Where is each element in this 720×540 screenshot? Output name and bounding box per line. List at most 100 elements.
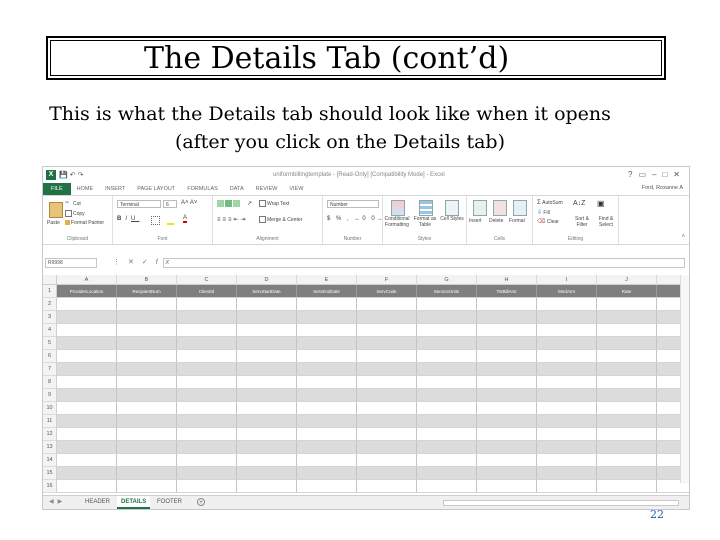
grid-cell[interactable] (357, 415, 417, 427)
grid-cell[interactable] (357, 363, 417, 375)
collapse-ribbon-icon[interactable]: ˄ (681, 234, 685, 240)
grid-cell[interactable] (357, 350, 417, 362)
font-style-buttons[interactable]: BIU (117, 216, 139, 222)
header-cell[interactable]: MedAmt (537, 285, 597, 297)
grid-cell[interactable] (237, 298, 297, 310)
binoculars-icon[interactable]: ▣ (597, 199, 605, 208)
row-header-16[interactable]: 16 (43, 480, 57, 493)
header-cell[interactable]: ServCode (357, 285, 417, 297)
grid-cell[interactable] (537, 337, 597, 349)
grid-cell[interactable] (597, 363, 657, 375)
grid-cell[interactable] (57, 402, 117, 414)
copy-button[interactable]: Copy (65, 210, 85, 217)
grid-cell[interactable] (57, 363, 117, 375)
grid-cell[interactable] (237, 428, 297, 440)
column-header-j[interactable]: J (597, 275, 657, 285)
grid-cell[interactable] (477, 376, 537, 388)
grid-cell[interactable] (177, 324, 237, 336)
header-cell[interactable]: ServStartDate (237, 285, 297, 297)
grid-cell[interactable] (117, 298, 177, 310)
header-cell[interactable]: ServEndDate (297, 285, 357, 297)
format-button[interactable]: Format (509, 218, 525, 224)
grid-cell[interactable] (537, 363, 597, 375)
grid-cell[interactable] (417, 428, 477, 440)
grid-cell[interactable] (297, 428, 357, 440)
grid-cell[interactable] (297, 311, 357, 323)
grid-cell[interactable] (357, 337, 417, 349)
tab-data[interactable]: DATA (224, 183, 250, 195)
header-cell[interactable]: RecipientNum (117, 285, 177, 297)
conditional-formatting-button[interactable]: Conditional Formatting (383, 216, 411, 228)
grid-cell[interactable] (237, 441, 297, 453)
row-header-15[interactable]: 15 (43, 467, 57, 480)
column-header-d[interactable]: D (237, 275, 297, 285)
grid-cell[interactable] (357, 454, 417, 466)
column-header-c[interactable]: C (177, 275, 237, 285)
grid-cell[interactable] (537, 467, 597, 479)
fill-color-button[interactable] (167, 216, 175, 225)
sheet-nav-arrows[interactable]: ◀▶ (49, 498, 66, 505)
grid-cell[interactable] (177, 467, 237, 479)
grid-cell[interactable] (57, 376, 117, 388)
find-select-button[interactable]: Find & Select (593, 216, 619, 228)
grid-cell[interactable] (357, 389, 417, 401)
grid-cell[interactable] (297, 389, 357, 401)
horizontal-scrollbar[interactable] (443, 500, 679, 506)
grid-cell[interactable] (57, 350, 117, 362)
grid-cell[interactable] (57, 298, 117, 310)
grid-cell[interactable] (597, 454, 657, 466)
grid-cell[interactable] (177, 415, 237, 427)
font-size-dropdown[interactable]: 6 (163, 200, 177, 208)
column-header-a[interactable]: A (57, 275, 117, 285)
grid-cell[interactable] (597, 467, 657, 479)
grid-cell[interactable] (57, 389, 117, 401)
grid-cell[interactable] (417, 363, 477, 375)
grid-cell[interactable] (297, 376, 357, 388)
grid-cell[interactable] (177, 311, 237, 323)
grid-cell[interactable] (177, 337, 237, 349)
formula-input[interactable] (163, 258, 685, 268)
grid-cell[interactable] (417, 402, 477, 414)
grid-cell[interactable] (357, 467, 417, 479)
grid-cell[interactable] (237, 350, 297, 362)
row-header-5[interactable]: 5 (43, 337, 57, 350)
grid-cell[interactable] (177, 402, 237, 414)
vertical-align-buttons[interactable] (217, 200, 241, 207)
row-header-7[interactable]: 7 (43, 363, 57, 376)
grid-cell[interactable] (237, 311, 297, 323)
excel-app-icon[interactable]: X (46, 170, 56, 180)
grid-cell[interactable] (417, 389, 477, 401)
grid-cell[interactable] (117, 467, 177, 479)
font-grow-shrink-buttons[interactable]: A˄ A˅ (181, 200, 197, 206)
column-header-i[interactable]: I (537, 275, 597, 285)
header-cell[interactable]: Rate (597, 285, 657, 297)
grid-cell[interactable] (237, 324, 297, 336)
row-header-14[interactable]: 14 (43, 454, 57, 467)
grid-cell[interactable] (357, 311, 417, 323)
grid-cell[interactable] (117, 402, 177, 414)
grid-cell[interactable] (237, 389, 297, 401)
grid-cell[interactable] (597, 428, 657, 440)
format-as-table-button[interactable]: Format as Table (411, 216, 439, 228)
grid-cell[interactable] (417, 350, 477, 362)
font-color-button[interactable]: A (183, 215, 188, 223)
grid-cell[interactable] (597, 350, 657, 362)
grid-cell[interactable] (477, 428, 537, 440)
grid-cell[interactable] (237, 454, 297, 466)
grid-cell[interactable] (117, 350, 177, 362)
grid-cell[interactable] (597, 441, 657, 453)
grid-cell[interactable] (237, 337, 297, 349)
grid-cell[interactable] (57, 454, 117, 466)
name-box[interactable]: R9998 (45, 258, 97, 268)
orientation-button[interactable]: ↗ (247, 200, 252, 207)
grid-cell[interactable] (597, 376, 657, 388)
grid-cell[interactable] (477, 415, 537, 427)
grid-cell[interactable] (537, 428, 597, 440)
grid-cell[interactable] (537, 298, 597, 310)
format-cells-icon[interactable] (513, 200, 527, 216)
tab-home[interactable]: HOME (71, 183, 100, 195)
fill-button[interactable]: ⇩ Fill (537, 209, 550, 216)
grid-cell[interactable] (597, 311, 657, 323)
row-header-12[interactable]: 12 (43, 428, 57, 441)
window-controls[interactable]: ?▭–□✕ (628, 170, 686, 179)
